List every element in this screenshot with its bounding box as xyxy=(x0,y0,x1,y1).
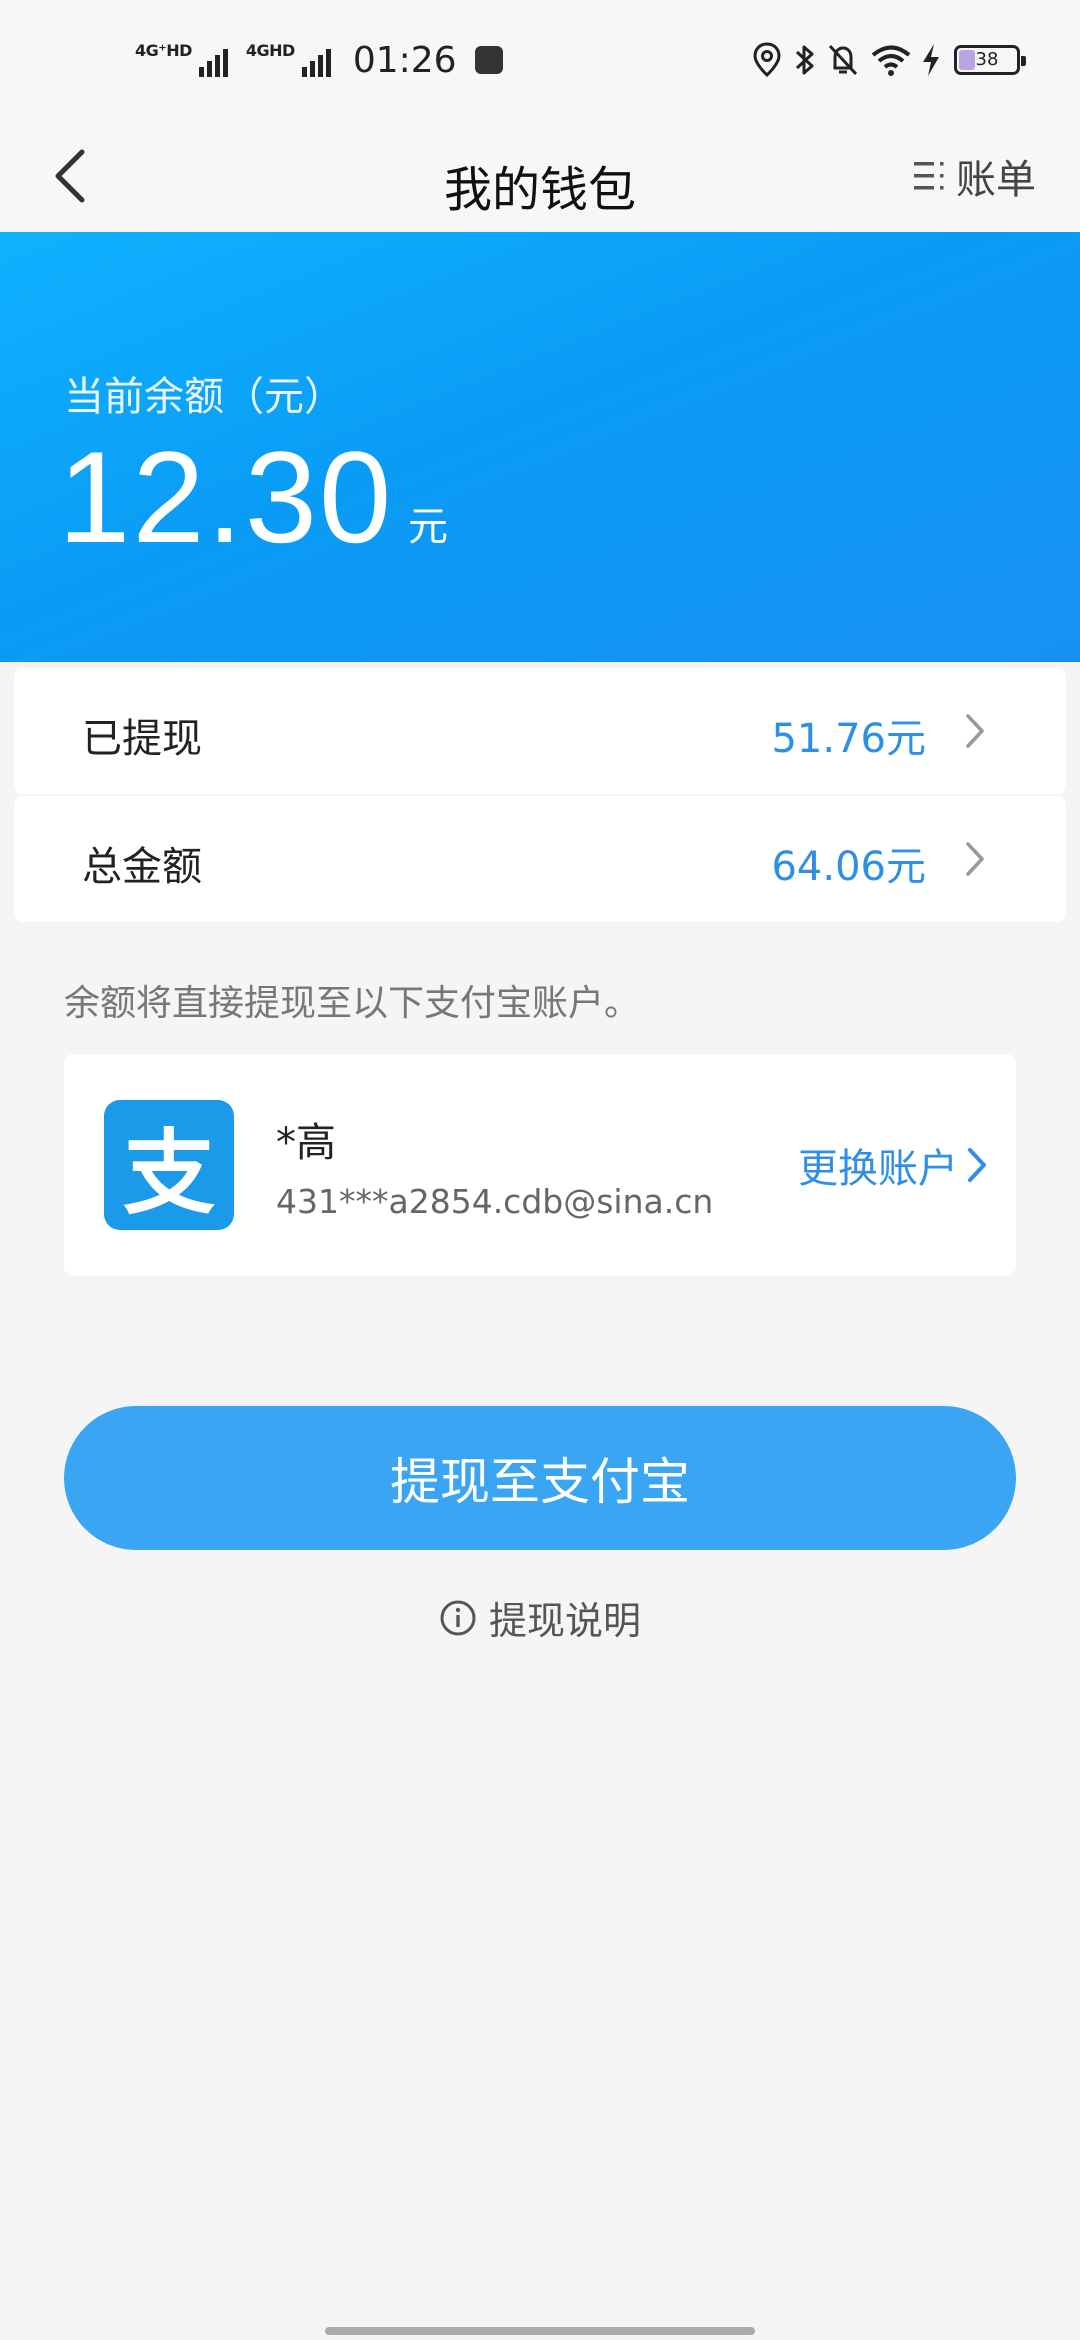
account-email: 431***a2854.cdb@sina.cn xyxy=(276,1182,714,1221)
total-value: 64.06元 xyxy=(771,844,926,890)
balance-label: 当前余额（元） xyxy=(64,374,344,420)
chevron-right-icon xyxy=(966,842,984,876)
withdrawn-row[interactable]: 已提现 51.76元 xyxy=(14,668,1066,794)
network-1: 4G⁺HD xyxy=(135,43,228,77)
network-2-label: 4GHD xyxy=(245,41,295,60)
wifi-icon xyxy=(871,45,911,76)
status-time: 01:26 xyxy=(352,39,457,81)
location-icon xyxy=(753,42,781,78)
withdraw-to-alipay-button[interactable]: 提现至支付宝 xyxy=(64,1406,1016,1550)
withdrawn-label: 已提现 xyxy=(82,716,202,762)
total-label: 总金额 xyxy=(82,844,202,890)
status-right: 38 xyxy=(752,36,1026,84)
withdraw-button-label: 提现至支付宝 xyxy=(390,1453,690,1511)
status-left: 4G⁺HD 4GHD 01:26 xyxy=(135,30,503,90)
withdrawn-value: 51.76元 xyxy=(771,716,926,762)
chevron-right-icon xyxy=(966,714,984,748)
signal-icon xyxy=(196,47,228,77)
mute-bell-icon xyxy=(828,44,858,76)
balance-header: 当前余额（元） 12.30 元 xyxy=(0,232,1080,662)
bill-label: 账单 xyxy=(956,157,1036,203)
change-account-button[interactable]: 更换账户 xyxy=(798,1136,988,1194)
notification-app-icon xyxy=(474,46,503,74)
alipay-logo-char: 支 xyxy=(122,1119,215,1227)
balance-unit: 元 xyxy=(408,504,448,550)
battery-percent: 38 xyxy=(975,49,999,70)
withdraw-info-link[interactable]: 提现说明 xyxy=(0,1590,1080,1645)
home-indicator[interactable] xyxy=(325,2327,755,2335)
network-2: 4GHD xyxy=(246,43,331,77)
list-icon xyxy=(914,162,944,190)
info-circle-icon xyxy=(440,1600,476,1635)
alipay-logo: 支 xyxy=(104,1100,234,1230)
nav-bar: 我的钱包 账单 xyxy=(0,120,1080,232)
bluetooth-icon xyxy=(795,45,814,75)
battery-tip xyxy=(1021,56,1026,66)
withdraw-hint: 余额将直接提现至以下支付宝账户。 xyxy=(64,983,641,1024)
bill-button[interactable]: 账单 xyxy=(912,144,1036,208)
total-row[interactable]: 总金额 64.06元 xyxy=(14,796,1066,922)
alipay-account-card: 支 *高 431***a2854.cdb@sina.cn 更换账户 xyxy=(64,1054,1016,1276)
status-bar: 4G⁺HD 4GHD 01:26 38 xyxy=(0,0,1080,120)
charging-icon xyxy=(923,44,939,76)
chevron-right-icon xyxy=(968,1148,986,1182)
network-1-label: 4G⁺HD xyxy=(135,41,192,60)
battery-icon: 38 xyxy=(954,45,1026,75)
change-account-label: 更换账户 xyxy=(798,1146,958,1192)
balance-amount: 12.30 xyxy=(58,424,394,570)
account-name: *高 xyxy=(276,1120,336,1166)
withdraw-info-label: 提现说明 xyxy=(488,1599,641,1643)
signal-icon xyxy=(299,47,331,77)
